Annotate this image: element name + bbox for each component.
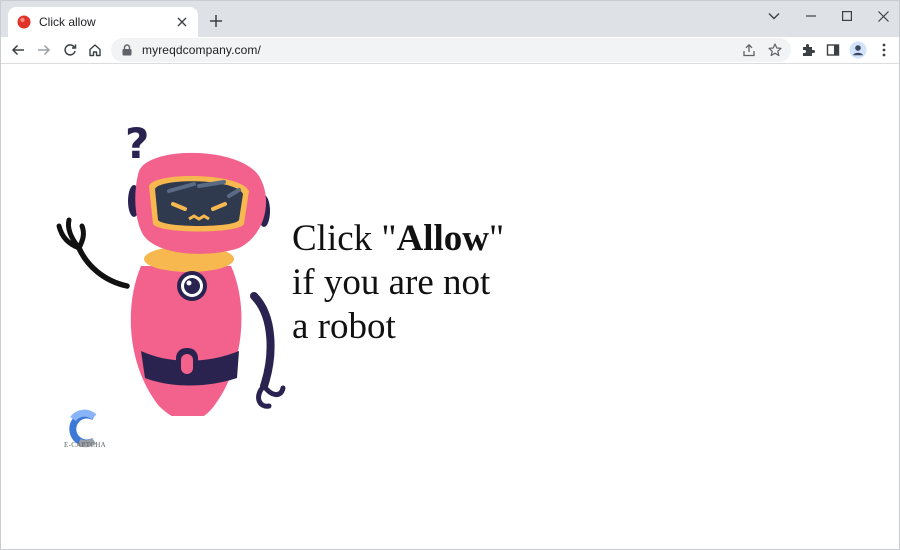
headline-line1-prefix: Click ": [292, 218, 397, 259]
profile-icon[interactable]: [847, 39, 869, 61]
page-headline: Click "Allow" if you are not a robot: [292, 217, 504, 349]
back-arrow-icon[interactable]: [7, 39, 29, 61]
headline-line2: if you are not: [292, 262, 491, 303]
lock-icon[interactable]: [121, 44, 133, 56]
address-bar[interactable]: myreqdcompany.com/: [111, 38, 791, 62]
tab-close-icon[interactable]: [174, 14, 190, 30]
tab-title: Click allow: [39, 15, 96, 29]
question-mark: ?: [125, 119, 149, 168]
chevron-down-icon[interactable]: [756, 1, 792, 31]
star-icon[interactable]: [765, 40, 785, 60]
forward-arrow-icon[interactable]: [33, 39, 55, 61]
menu-icon[interactable]: [873, 39, 895, 61]
headline-line1-suffix: ": [489, 218, 505, 259]
headline-line3: a robot: [292, 306, 396, 347]
share-icon[interactable]: [739, 40, 759, 60]
headline-allow: Allow: [396, 218, 490, 259]
side-panel-icon[interactable]: [822, 39, 844, 61]
page-content: ? Click "Allow" if you are not a robot E…: [1, 64, 899, 549]
minimize-icon[interactable]: [793, 1, 829, 31]
extensions-icon[interactable]: [797, 39, 819, 61]
url-text: myreqdcompany.com/: [142, 43, 261, 57]
reload-icon[interactable]: [59, 39, 81, 61]
red-circle-favicon-icon: [17, 15, 31, 29]
browser-window: Click allow myreqdcompany.com/ ? Click "…: [0, 0, 900, 550]
plus-icon[interactable]: [206, 11, 226, 31]
toolbar: myreqdcompany.com/: [1, 37, 899, 63]
maximize-icon[interactable]: [829, 1, 865, 31]
window-close-icon[interactable]: [865, 1, 899, 31]
tab-strip: Click allow: [1, 1, 899, 37]
e-captcha-label: E-CAPTCHA: [64, 441, 106, 449]
robot-illustration: ?: [56, 119, 286, 416]
home-icon[interactable]: [84, 39, 106, 61]
tab-click-allow[interactable]: Click allow: [8, 7, 198, 37]
